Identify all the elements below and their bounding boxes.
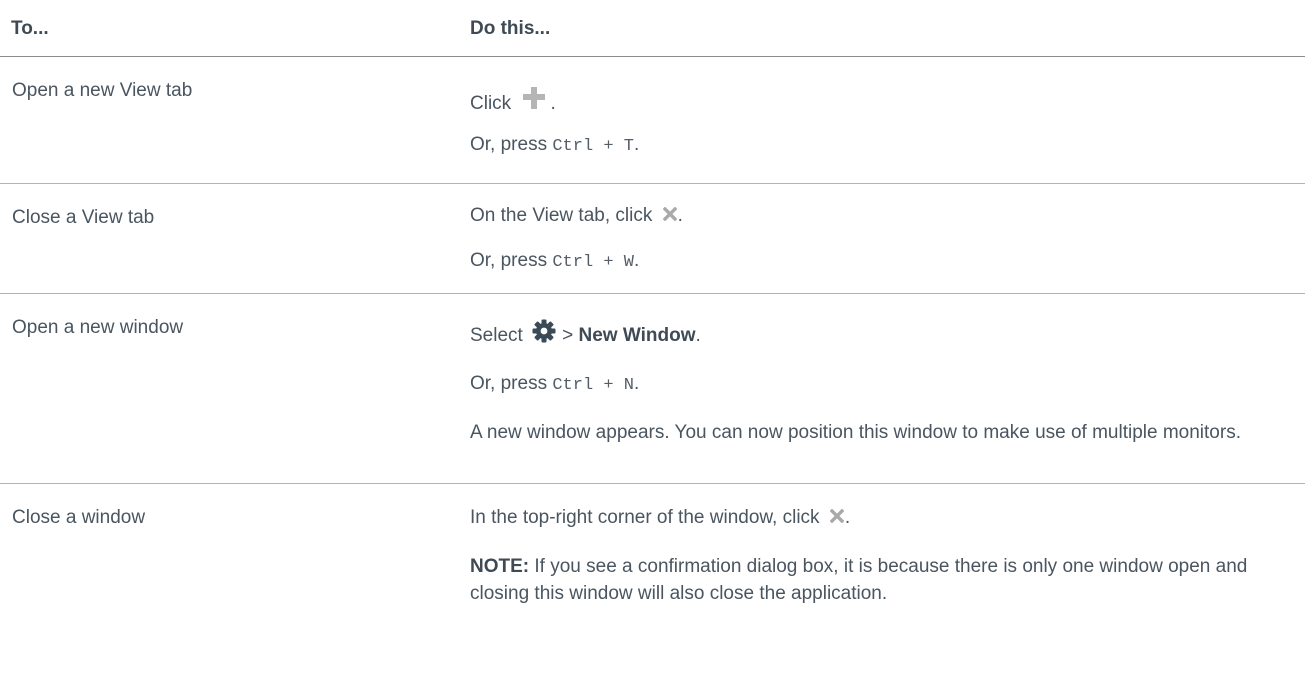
step-text: Or, press <box>470 134 548 155</box>
menu-item-new-window: New Window <box>578 325 696 346</box>
table-row: Open a new window Select > New Window. O… <box>0 293 1305 484</box>
step-line: In the top-right corner of the window, c… <box>470 504 1305 531</box>
action-cell: Close a View tab <box>0 183 470 294</box>
step-line: Or, press Ctrl + T. <box>470 131 1305 160</box>
table-row: Close a View tab On the View tab, click … <box>0 183 1305 294</box>
step-line: On the View tab, click . <box>470 202 1305 229</box>
step-line: Or, press Ctrl + W. <box>470 247 1305 276</box>
note-label: NOTE: <box>470 556 530 577</box>
steps-cell: Select > New Window. Or, press Ctrl + N.… <box>470 293 1305 484</box>
step-punct: . <box>633 373 640 394</box>
step-punct: . <box>695 325 701 346</box>
step-line: Click . <box>470 85 1305 117</box>
step-result: A new window appears. You can now positi… <box>470 422 1241 443</box>
action-label: Open a new window <box>12 317 184 338</box>
action-label: Close a View tab <box>12 207 155 228</box>
header-to: To... <box>0 0 470 57</box>
step-text: Click <box>470 93 512 114</box>
table-header-row: To... Do this... <box>0 0 1305 57</box>
step-punct: . <box>844 507 851 528</box>
action-label: Close a window <box>12 507 146 528</box>
steps-cell: On the View tab, click . Or, press Ctrl … <box>470 183 1305 294</box>
shortcut-keys: Ctrl + N <box>552 376 634 395</box>
close-icon <box>662 207 677 221</box>
menu-separator: > <box>562 325 574 346</box>
action-cell: Open a new window <box>0 293 470 484</box>
step-text: Or, press <box>470 250 548 271</box>
gear-icon <box>532 319 556 343</box>
step-punct: . <box>550 93 556 114</box>
note-paragraph: NOTE: If you see a confirmation dialog b… <box>470 553 1290 607</box>
action-cell: Open a new View tab <box>0 56 470 184</box>
shortcut-table: To... Do this... Open a new View tab Cli… <box>0 0 1305 616</box>
shortcut-keys: Ctrl + W <box>552 253 634 272</box>
table-row: Open a new View tab Click . Or, press Ct… <box>0 56 1305 184</box>
steps-cell: Click . Or, press Ctrl + T. <box>470 56 1305 184</box>
plus-icon <box>523 87 546 109</box>
step-text: On the View tab, click <box>470 205 653 226</box>
close-icon <box>829 509 844 523</box>
action-label: Open a new View tab <box>12 80 193 101</box>
action-cell: Close a window <box>0 484 470 617</box>
note-text: If you see a confirmation dialog box, it… <box>470 556 1248 604</box>
shortcut-keys: Ctrl + T <box>552 137 634 156</box>
header-do-this: Do this... <box>470 0 1305 57</box>
step-punct: . <box>677 205 683 226</box>
steps-cell: In the top-right corner of the window, c… <box>470 484 1305 617</box>
step-text: Select <box>470 325 523 346</box>
step-text: Or, press <box>470 373 548 394</box>
table-row: Close a window In the top-right corner o… <box>0 484 1305 617</box>
step-punct: . <box>633 134 640 155</box>
step-line: Or, press Ctrl + N. <box>470 370 1305 399</box>
step-line: Select > New Window. <box>470 317 1305 349</box>
step-text: In the top-right corner of the window, c… <box>470 507 820 528</box>
step-punct: . <box>633 250 640 271</box>
